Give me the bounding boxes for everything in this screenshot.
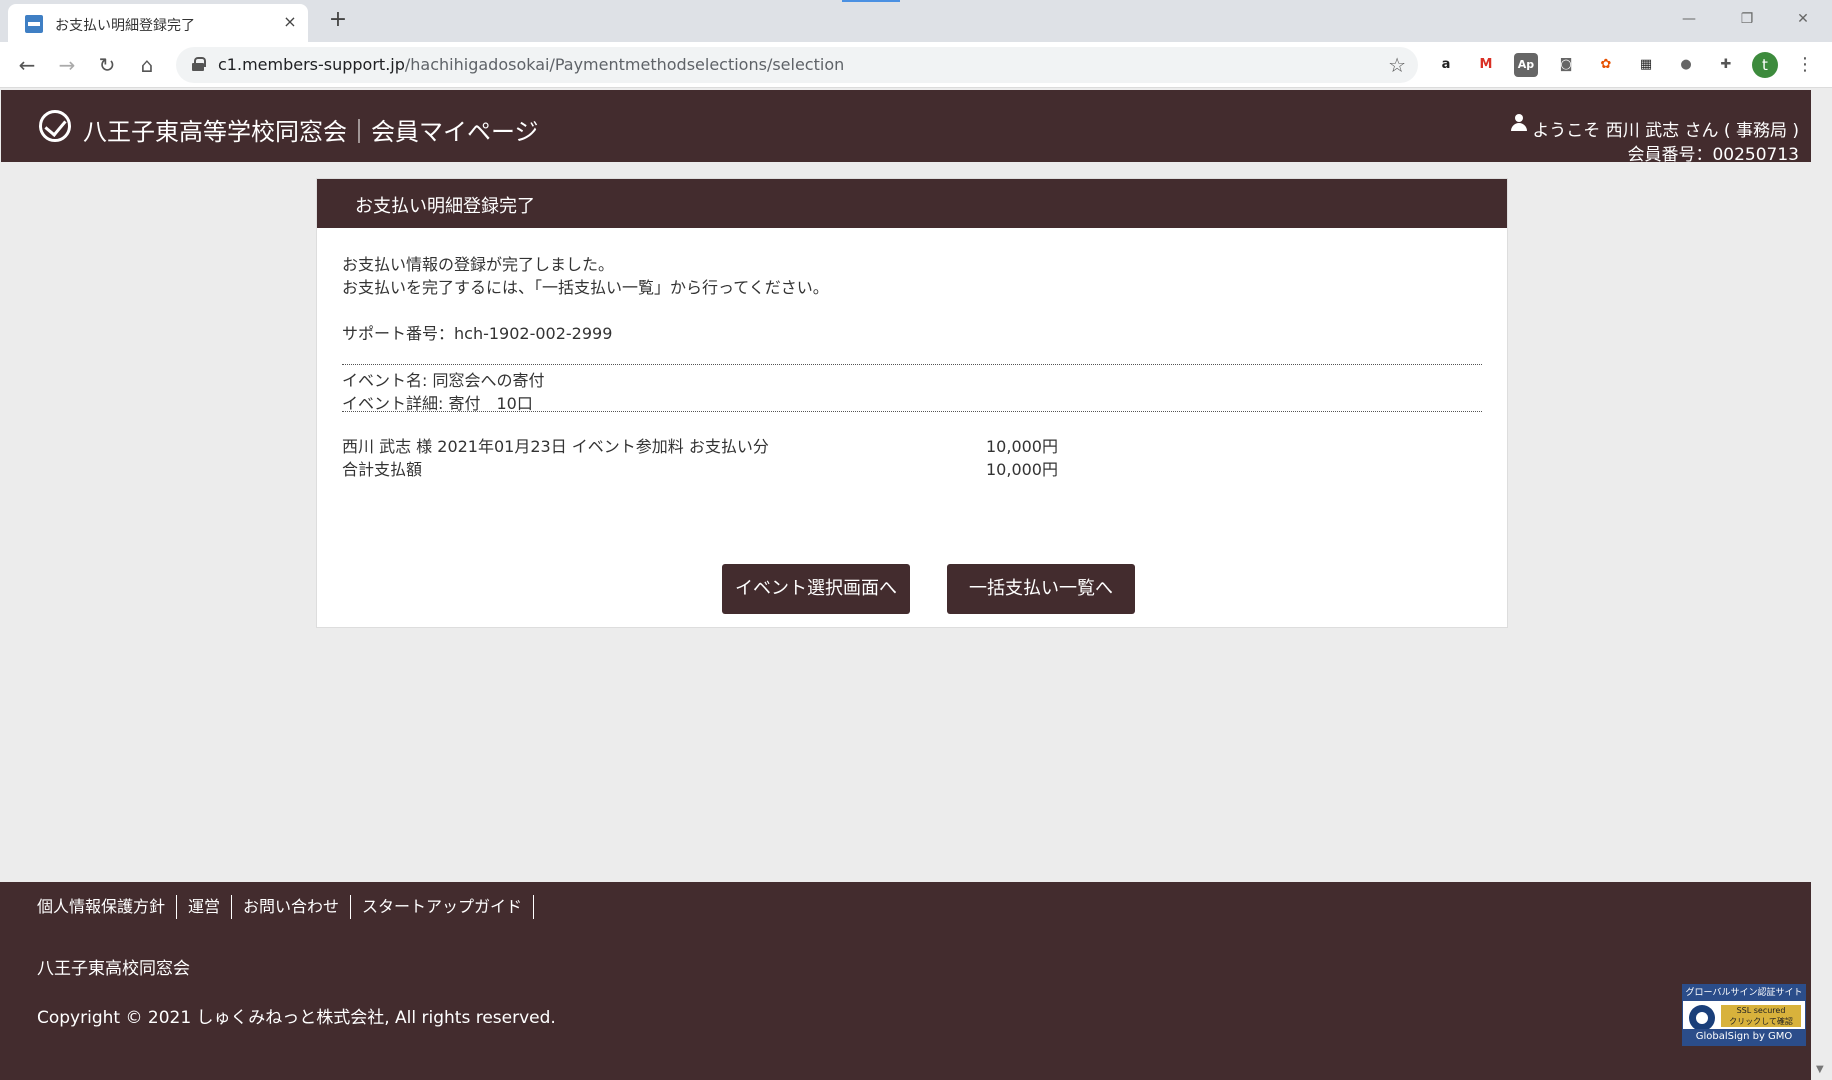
url-path: /hachihigadosokai/Paymentmethodselection… [404, 55, 845, 74]
new-tab-button[interactable]: + [326, 7, 350, 33]
footer-copyright: Copyright © 2021 しゅくみねっと株式会社, All rights… [37, 1008, 556, 1028]
event-name: イベント名: 同窓会への寄付 [342, 371, 545, 390]
bookmark-star-icon[interactable]: ☆ [1388, 53, 1406, 77]
message-line-2: お支払いを完了するには、「一括支払い一覧」から行ってください。 [342, 278, 829, 297]
user-icon [1511, 114, 1527, 132]
amazon-icon[interactable]: a [1434, 53, 1458, 77]
footer-link-contact[interactable]: お問い合わせ [232, 895, 352, 919]
event-select-button[interactable]: イベント選択画面へ [722, 564, 910, 614]
total-label: 合計支払額 [342, 460, 423, 479]
site-favicon-icon [25, 15, 43, 33]
footer-link-operation[interactable]: 運営 [177, 895, 233, 919]
tab-close-icon[interactable]: × [280, 12, 300, 32]
circle-icon[interactable]: ● [1674, 53, 1698, 77]
ssl-seal-middle: SSL secured クリックして確認 [1721, 1005, 1801, 1027]
card-title: お支払い明細登録完了 [355, 196, 535, 217]
welcome-text: ようこそ 西川 武志 さん ( 事務局 ) [1532, 121, 1799, 141]
ssl-seal-top: グローバルサイン認証サイト [1683, 985, 1805, 1001]
member-number: 会員番号：00250713 [1627, 145, 1799, 165]
url-text[interactable]: c1.members-support.jp/hachihigadosokai/P… [218, 55, 844, 74]
browser-menu-icon[interactable]: ⋮ [1796, 52, 1814, 78]
window-close-icon[interactable]: ✕ [1780, 6, 1826, 32]
restore-icon[interactable]: ❐ [1724, 6, 1770, 32]
footer-link-privacy[interactable]: 個人情報保護方針 [30, 895, 178, 919]
total-amount: 10,000円 [986, 460, 1058, 479]
puzzle-icon[interactable]: ✚ [1714, 53, 1738, 77]
footer-org-name: 八王子東高校同窓会 [37, 959, 190, 979]
tab-title: お支払い明細登録完了 [55, 18, 195, 34]
line-item-label: 西川 武志 様 2021年01月23日 イベント参加料 お支払い分 [342, 437, 769, 456]
browser-tab-bar: お支払い明細登録完了 × + — ❐ ✕ [0, 0, 1832, 42]
line-item-amount: 10,000円 [986, 437, 1058, 456]
site-header: 八王子東高等学校同窓会｜会員マイページ ようこそ 西川 武志 さん ( 事務局 … [1, 90, 1811, 165]
divider-bottom [342, 411, 1482, 412]
browser-toolbar: ← → ↻ ⌂ c1.members-support.jp/hachihigad… [0, 42, 1832, 88]
url-host: c1.members-support.jp [218, 55, 405, 74]
color-wheel-icon[interactable]: ✿ [1594, 53, 1618, 77]
browser-tab[interactable]: お支払い明細登録完了 × [8, 4, 308, 42]
lock-icon[interactable] [192, 57, 206, 71]
gmail-icon[interactable]: M [1474, 53, 1498, 77]
qr-icon[interactable]: ▦ [1634, 53, 1658, 77]
ssl-seal-brand: GlobalSign by GMO [1683, 1029, 1805, 1045]
reload-icon[interactable]: ↻ [92, 50, 122, 80]
address-bar[interactable]: c1.members-support.jp/hachihigadosokai/P… [176, 47, 1418, 83]
profile-avatar[interactable]: t [1752, 52, 1778, 78]
forward-arrow-icon[interactable]: → [52, 50, 82, 80]
footer-link-startup-guide[interactable]: スタートアップガイド [351, 895, 535, 919]
ssl-eye-icon [1689, 1005, 1715, 1031]
divider-top [342, 364, 1482, 365]
ssl-seal-badge[interactable]: グローバルサイン認証サイト SSL secured クリックして確認 Globa… [1682, 984, 1806, 1046]
scroll-down-icon[interactable]: ▼ [1816, 1064, 1828, 1076]
home-icon[interactable]: ⌂ [132, 50, 162, 80]
bulk-payment-list-button[interactable]: 一括支払い一覧へ [947, 564, 1135, 614]
message-line-1: お支払い情報の登録が完了しました。 [342, 255, 615, 274]
site-title[interactable]: 八王子東高等学校同窓会｜会員マイページ [83, 112, 539, 147]
card-header: お支払い明細登録完了 [317, 179, 1507, 228]
site-footer: 個人情報保護方針 運営 お問い合わせ スタートアップガイド 八王子東高校同窓会 Cop… [0, 882, 1811, 1080]
footer-links: 個人情報保護方針 運営 お問い合わせ スタートアップガイド [30, 895, 535, 919]
tab-accent-line [842, 0, 900, 2]
support-number: サポート番号：hch-1902-002-2999 [342, 324, 613, 343]
adobe-icon[interactable]: Ap [1514, 53, 1538, 77]
minimize-icon[interactable]: — [1666, 6, 1712, 32]
check-circle-logo-icon [39, 110, 71, 142]
back-arrow-icon[interactable]: ← [12, 50, 42, 80]
payment-complete-card: お支払い明細登録完了 お支払い情報の登録が完了しました。 お支払いを完了するには… [316, 178, 1508, 628]
camera-icon[interactable]: ◙ [1554, 53, 1578, 77]
